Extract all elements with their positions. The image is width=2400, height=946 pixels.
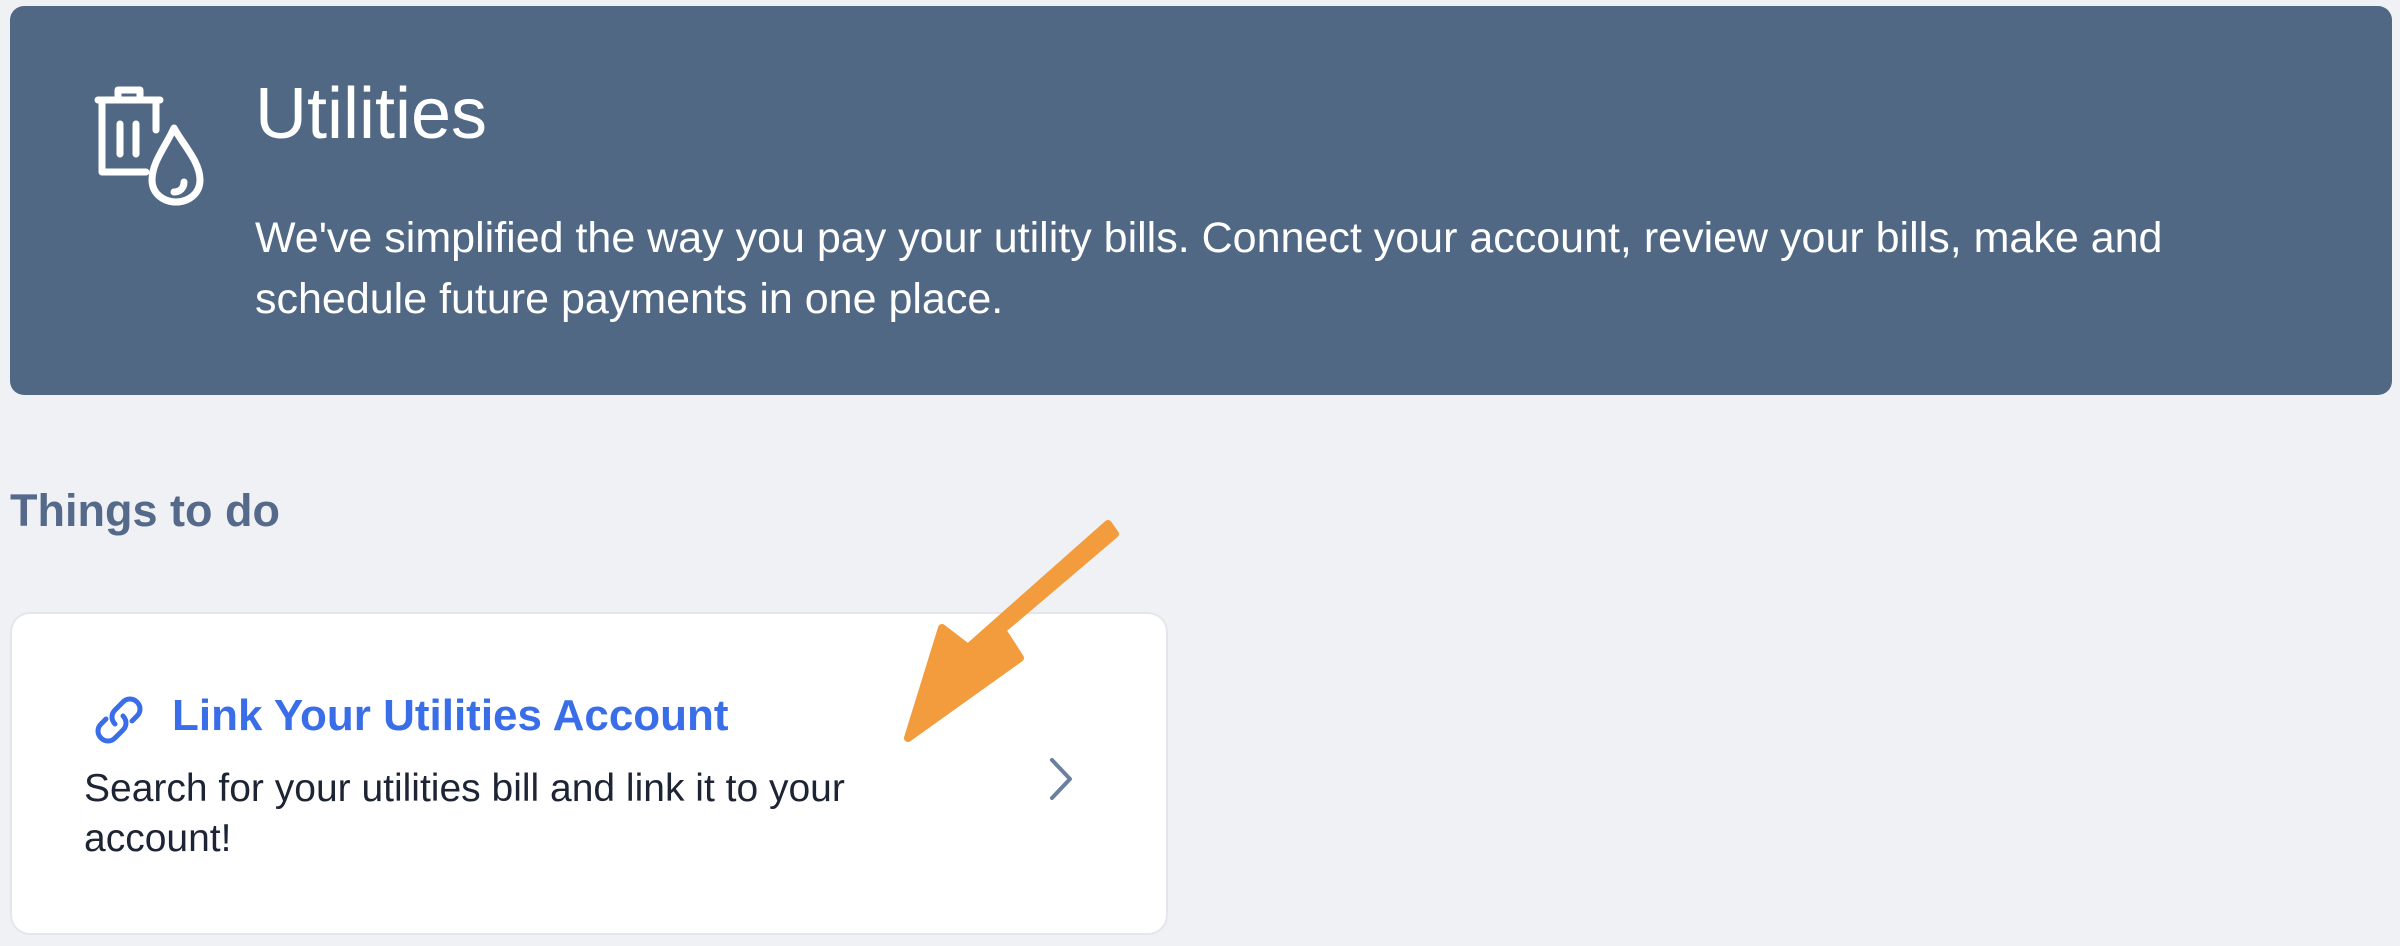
link-icon	[95, 696, 143, 744]
chevron-right-icon[interactable]	[1044, 754, 1078, 804]
card-description: Search for your utilities bill and link …	[84, 767, 845, 860]
page-title: Utilities	[255, 74, 488, 154]
banner-description: We've simplified the way you pay your ut…	[255, 214, 2163, 323]
things-to-do-heading: Things to do	[10, 485, 280, 536]
utilities-icon	[94, 86, 204, 206]
card-title[interactable]: Link Your Utilities Account	[172, 694, 729, 738]
utilities-banner: Utilities We've simplified the way you p…	[10, 6, 2392, 395]
link-utilities-account-card[interactable]: Link Your Utilities Account Search for y…	[10, 612, 1168, 935]
